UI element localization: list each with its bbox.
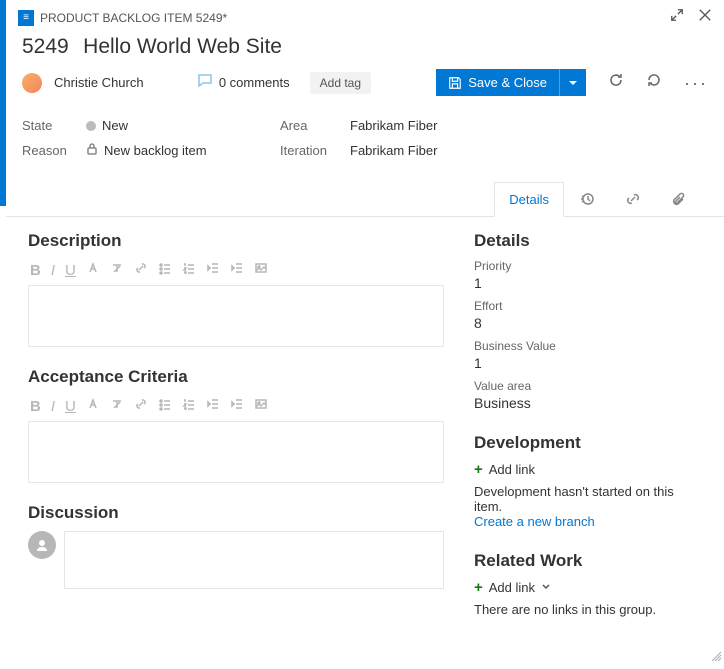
discussion-editor[interactable] — [64, 531, 444, 589]
italic-icon[interactable]: I — [51, 262, 55, 279]
number-list-icon[interactable] — [182, 261, 196, 279]
outdent-icon[interactable] — [206, 261, 220, 279]
create-branch-link[interactable]: Create a new branch — [474, 514, 702, 529]
related-work-heading: Related Work — [474, 551, 702, 571]
value-area-value[interactable]: Business — [474, 395, 702, 411]
description-editor[interactable] — [28, 285, 444, 347]
bullet-list-icon[interactable] — [158, 397, 172, 415]
save-dropdown[interactable] — [559, 69, 586, 96]
bold-icon[interactable]: B — [30, 398, 41, 415]
expand-icon[interactable] — [670, 8, 684, 27]
area-value[interactable]: Fabrikam Fiber — [350, 118, 437, 133]
add-link-development[interactable]: + Add link — [474, 461, 702, 478]
save-label: Save & Close — [468, 75, 547, 90]
business-value-value[interactable]: 1 — [474, 355, 702, 371]
acceptance-editor[interactable] — [28, 421, 444, 483]
comments-label: 0 comments — [219, 75, 290, 90]
font-color-icon[interactable] — [86, 261, 100, 279]
state-label: State — [22, 118, 86, 133]
save-and-close-button[interactable]: Save & Close — [436, 69, 559, 96]
close-icon[interactable] — [698, 8, 712, 27]
tab-history[interactable] — [564, 182, 610, 216]
number-list-icon[interactable] — [182, 397, 196, 415]
user-avatar-icon — [28, 531, 56, 559]
refresh-icon[interactable] — [608, 72, 624, 93]
development-status-text: Development hasn't started on this item. — [474, 484, 702, 514]
font-color-icon[interactable] — [86, 397, 100, 415]
effort-value[interactable]: 8 — [474, 315, 702, 331]
details-panel-heading: Details — [474, 231, 702, 251]
state-dot-icon — [86, 121, 96, 131]
assignee-name[interactable]: Christie Church — [54, 75, 144, 90]
lock-icon — [86, 143, 98, 158]
description-toolbar: B I U — [28, 259, 444, 285]
add-link-related[interactable]: + Add link — [474, 579, 702, 596]
plus-icon: + — [474, 461, 483, 478]
priority-label: Priority — [474, 259, 702, 273]
work-item-id: 5249 — [22, 35, 69, 58]
image-icon[interactable] — [254, 261, 268, 279]
area-label: Area — [280, 118, 350, 133]
outdent-icon[interactable] — [206, 397, 220, 415]
business-value-label: Business Value — [474, 339, 702, 353]
acceptance-toolbar: B I U — [28, 395, 444, 421]
discussion-heading: Discussion — [28, 503, 444, 523]
underline-icon[interactable]: U — [65, 398, 76, 415]
related-empty-text: There are no links in this group. — [474, 602, 702, 617]
value-area-label: Value area — [474, 379, 702, 393]
comment-icon — [197, 73, 213, 92]
clear-format-icon[interactable] — [110, 397, 124, 415]
link-icon[interactable] — [134, 261, 148, 279]
work-item-title[interactable]: Hello World Web Site — [83, 35, 282, 58]
breadcrumb: PRODUCT BACKLOG ITEM 5249* — [40, 11, 656, 25]
acceptance-heading: Acceptance Criteria — [28, 367, 444, 387]
development-heading: Development — [474, 433, 702, 453]
italic-icon[interactable]: I — [51, 398, 55, 415]
bullet-list-icon[interactable] — [158, 261, 172, 279]
more-actions-icon[interactable]: ··· — [684, 74, 708, 92]
add-tag-button[interactable]: Add tag — [310, 72, 371, 94]
tab-details[interactable]: Details — [494, 182, 564, 217]
iteration-value[interactable]: Fabrikam Fiber — [350, 143, 437, 158]
tab-links[interactable] — [610, 182, 656, 216]
state-value[interactable]: New — [86, 118, 280, 133]
effort-label: Effort — [474, 299, 702, 313]
reason-label: Reason — [22, 143, 86, 158]
undo-icon[interactable] — [646, 72, 662, 93]
description-heading: Description — [28, 231, 444, 251]
work-item-type-icon — [18, 10, 34, 26]
indent-icon[interactable] — [230, 261, 244, 279]
indent-icon[interactable] — [230, 397, 244, 415]
comments-count[interactable]: 0 comments — [197, 73, 290, 92]
image-icon[interactable] — [254, 397, 268, 415]
tab-attachments[interactable] — [656, 182, 702, 216]
resize-handle-icon[interactable] — [710, 649, 722, 667]
reason-value[interactable]: New backlog item — [86, 143, 280, 158]
chevron-down-icon — [541, 580, 551, 595]
assignee-avatar[interactable] — [22, 73, 42, 93]
iteration-label: Iteration — [280, 143, 350, 158]
priority-value[interactable]: 1 — [474, 275, 702, 291]
bold-icon[interactable]: B — [30, 262, 41, 279]
underline-icon[interactable]: U — [65, 262, 76, 279]
link-icon[interactable] — [134, 397, 148, 415]
plus-icon: + — [474, 579, 483, 596]
clear-format-icon[interactable] — [110, 261, 124, 279]
